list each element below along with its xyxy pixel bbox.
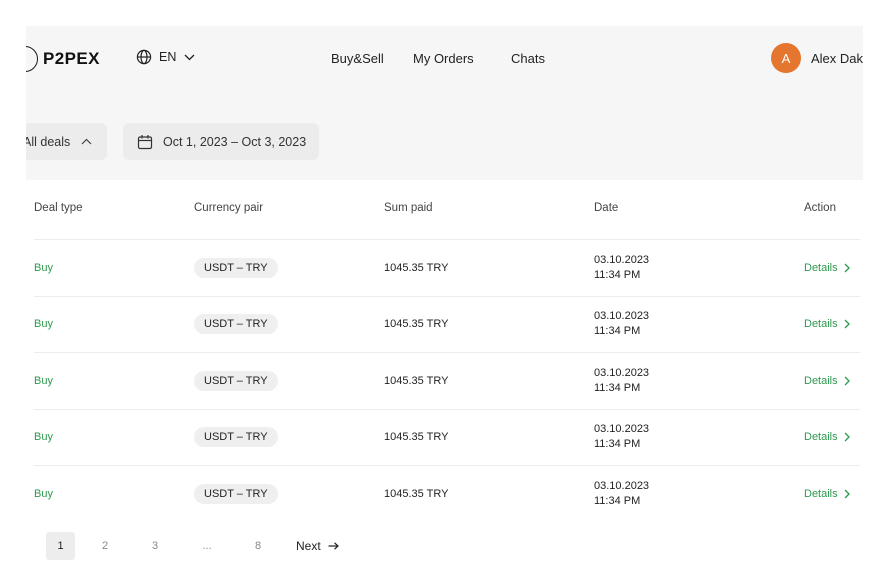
chevron-down-icon	[184, 54, 195, 60]
currency-pair-badge: USDT – TRY	[194, 427, 278, 448]
details-link[interactable]: Details	[804, 297, 850, 353]
header: P2PEX EN Buy&Sell My Orders Chats A Alex…	[26, 26, 863, 92]
deal-type: Buy	[34, 431, 53, 444]
table-row: Buy USDT – TRY 1045.35 TRY 03.10.2023 11:…	[34, 297, 860, 353]
column-header-date: Date	[594, 202, 619, 214]
page-ellipsis: ...	[202, 540, 212, 552]
deal-date-cell: 03.10.2023 11:34 PM	[594, 410, 649, 466]
details-label: Details	[804, 261, 838, 274]
next-label: Next	[296, 539, 321, 553]
page-button-8[interactable]: 8	[243, 532, 273, 560]
currency-pair-badge: USDT – TRY	[194, 314, 278, 335]
deal-date: 03.10.2023	[594, 366, 650, 379]
chevron-right-icon	[844, 263, 850, 273]
details-link[interactable]: Details	[804, 410, 850, 466]
deal-time: 11:34 PM	[594, 268, 641, 281]
details-label: Details	[804, 488, 838, 501]
chevron-right-icon	[844, 432, 850, 442]
language-code: EN	[159, 50, 177, 64]
currency-pair-badge: USDT – TRY	[194, 257, 278, 278]
deal-filter-label: All deals	[26, 134, 71, 149]
page-button-2[interactable]: 2	[90, 532, 120, 560]
nav-chats[interactable]: Chats	[511, 51, 545, 66]
date-range-picker[interactable]: Oct 1, 2023 – Oct 3, 2023	[123, 123, 319, 160]
table-row: Buy USDT – TRY 1045.35 TRY 03.10.2023 11:…	[34, 353, 860, 410]
brand-logo[interactable]: P2PEX	[26, 46, 100, 72]
column-header-currency-pair: Currency pair	[194, 202, 264, 214]
deal-filter-dropdown[interactable]: All deals	[26, 123, 107, 160]
sum-paid: 1045.35 TRY	[384, 318, 449, 331]
chevron-right-icon	[844, 319, 850, 329]
calendar-icon	[137, 134, 153, 149]
user-menu[interactable]: A Alex Dak	[770, 43, 863, 73]
page-button-1[interactable]: 1	[46, 532, 75, 560]
deal-date: 03.10.2023	[594, 423, 650, 436]
nav-buy-sell[interactable]: Buy&Sell	[331, 51, 384, 66]
deal-date-cell: 03.10.2023 11:34 PM	[594, 353, 649, 409]
nav-my-orders[interactable]: My Orders	[413, 51, 474, 66]
column-header-action: Action	[804, 202, 836, 214]
logo-icon	[26, 46, 38, 72]
date-range-label: Oct 1, 2023 – Oct 3, 2023	[163, 134, 307, 149]
currency-pair-cell: USDT – TRY	[194, 297, 278, 353]
table-row: Buy USDT – TRY 1045.35 TRY 03.10.2023 11:…	[34, 240, 860, 297]
next-page-button[interactable]: Next	[296, 532, 339, 560]
deal-type: Buy	[34, 374, 53, 387]
chevron-right-icon	[844, 376, 850, 386]
brand-name: P2PEX	[43, 49, 100, 68]
deal-date-cell: 03.10.2023 11:34 PM	[594, 466, 649, 523]
currency-pair-badge: USDT – TRY	[194, 370, 278, 391]
page-button-3[interactable]: 3	[140, 532, 170, 560]
deals-table: Deal type Currency pair Sum paid Date Ac…	[34, 180, 860, 523]
chevron-right-icon	[844, 489, 850, 499]
currency-pair-cell: USDT – TRY	[194, 353, 278, 409]
table-header: Deal type Currency pair Sum paid Date Ac…	[34, 180, 860, 240]
deal-date: 03.10.2023	[594, 310, 650, 323]
details-link[interactable]: Details	[804, 466, 850, 523]
deal-time: 11:34 PM	[594, 438, 641, 451]
deal-type: Buy	[34, 261, 53, 274]
deal-date-cell: 03.10.2023 11:34 PM	[594, 297, 649, 353]
details-link[interactable]: Details	[804, 240, 850, 296]
details-label: Details	[804, 374, 838, 387]
deal-date: 03.10.2023	[594, 480, 650, 493]
currency-pair-cell: USDT – TRY	[194, 410, 278, 466]
table-row: Buy USDT – TRY 1045.35 TRY 03.10.2023 11:…	[34, 466, 860, 523]
language-selector[interactable]: EN	[136, 49, 195, 65]
avatar: A	[770, 43, 801, 73]
app-window: P2PEX EN Buy&Sell My Orders Chats A Alex…	[26, 26, 863, 582]
deal-time: 11:34 PM	[594, 325, 641, 338]
currency-pair-badge: USDT – TRY	[194, 484, 278, 505]
details-label: Details	[804, 431, 838, 444]
details-link[interactable]: Details	[804, 353, 850, 409]
currency-pair-cell: USDT – TRY	[194, 466, 278, 523]
globe-icon	[136, 49, 152, 65]
deal-type: Buy	[34, 318, 53, 331]
column-header-deal-type: Deal type	[34, 202, 83, 214]
user-name: Alex Dak	[810, 50, 863, 66]
deal-type: Buy	[34, 488, 53, 501]
arrow-right-icon	[328, 542, 339, 550]
deal-date: 03.10.2023	[594, 253, 650, 266]
sum-paid: 1045.35 TRY	[384, 374, 449, 387]
sum-paid: 1045.35 TRY	[384, 261, 449, 274]
details-label: Details	[804, 318, 838, 331]
deal-time: 11:34 PM	[594, 381, 641, 394]
sum-paid: 1045.35 TRY	[384, 431, 449, 444]
sum-paid: 1045.35 TRY	[384, 488, 449, 501]
chevron-up-icon	[81, 138, 92, 145]
deal-time: 11:34 PM	[594, 495, 641, 508]
deal-date-cell: 03.10.2023 11:34 PM	[594, 240, 649, 296]
table-row: Buy USDT – TRY 1045.35 TRY 03.10.2023 11:…	[34, 410, 860, 466]
currency-pair-cell: USDT – TRY	[194, 240, 278, 296]
column-header-sum-paid: Sum paid	[384, 202, 433, 214]
